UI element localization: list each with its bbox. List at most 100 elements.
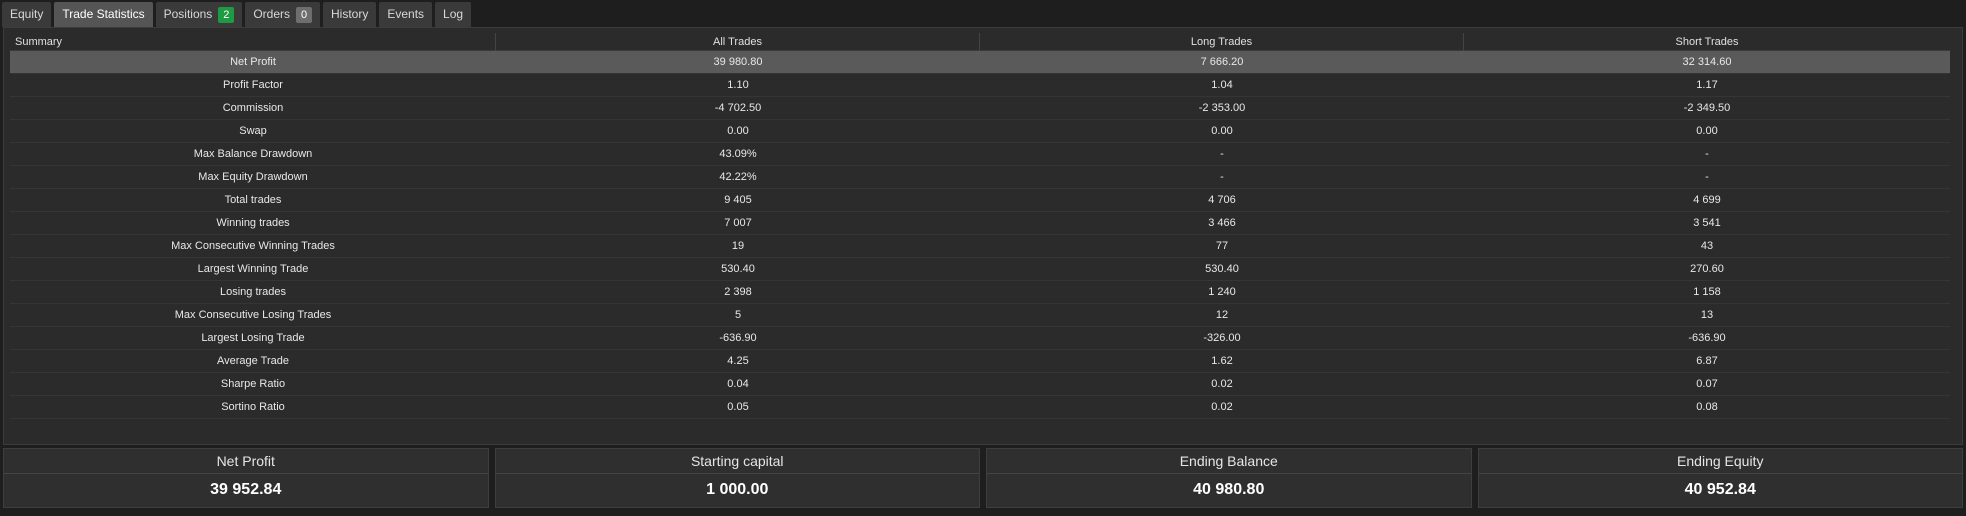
cell-all-trades: 0.00 <box>727 124 749 137</box>
cell-all-trades: 2 398 <box>724 285 752 298</box>
card-value: 40 952.84 <box>1684 481 1756 498</box>
tab-history[interactable]: History <box>323 2 377 27</box>
tab-trade-statistics[interactable]: Trade Statistics <box>54 2 153 27</box>
cell-short-trades: 0.07 <box>1696 377 1718 390</box>
cell-all-trades: 5 <box>734 308 742 321</box>
table-row[interactable]: Winning trades 7 007 3 466 3 541 <box>10 212 1950 235</box>
cell-long-trades: - <box>1220 147 1224 160</box>
cell-all-trades: 530.40 <box>721 262 755 275</box>
cell-long-trades: 1 240 <box>1208 285 1236 298</box>
cell-long-trades: 530.40 <box>1205 262 1239 275</box>
cell-short-trades: -2 349.50 <box>1683 101 1731 114</box>
card-label: Ending Equity <box>1478 449 1962 474</box>
cell-short-trades: 6.87 <box>1696 354 1718 367</box>
summary-card-ending-balance: Ending Balance 40 980.80 <box>986 448 1472 508</box>
cell-summary: Losing trades <box>219 285 287 298</box>
cell-all-trades: 0.05 <box>727 400 749 413</box>
table-row[interactable]: Net Profit 39 980.80 7 666.20 32 314.60 <box>10 51 1950 74</box>
header-all-trades[interactable]: All Trades <box>496 32 980 51</box>
tab-count-badge: 0 <box>296 6 312 23</box>
cell-long-trades: 12 <box>1215 308 1229 321</box>
cell-all-trades: 42.22% <box>719 170 757 183</box>
cell-all-trades: 1.10 <box>727 78 749 91</box>
cell-short-trades: 0.08 <box>1696 400 1718 413</box>
card-label: Starting capital <box>495 449 979 474</box>
table-row[interactable]: Swap 0.00 0.00 0.00 <box>10 120 1950 143</box>
cell-all-trades: 19 <box>731 239 745 252</box>
cell-short-trades: 1.17 <box>1696 78 1718 91</box>
tab-orders[interactable]: Orders 0 <box>245 2 320 27</box>
tab-label: Events <box>387 7 425 21</box>
trade-statistics-panel: Summary All Trades Long Trades Short Tra… <box>3 27 1963 445</box>
cell-long-trades: 1.62 <box>1211 354 1233 367</box>
table-row[interactable]: Max Equity Drawdown 42.22% - - <box>10 166 1950 189</box>
cell-summary: Max Consecutive Losing Trades <box>174 308 332 321</box>
cell-all-trades: 0.04 <box>727 377 749 390</box>
cell-long-trades: -326.00 <box>1203 331 1241 344</box>
cell-summary: Profit Factor <box>223 78 283 91</box>
cell-summary: Swap <box>239 124 267 137</box>
tab-label: Trade Statistics <box>62 7 145 21</box>
cell-short-trades: -636.90 <box>1688 331 1726 344</box>
cell-summary: Sharpe Ratio <box>220 377 286 390</box>
cell-long-trades: 0.00 <box>1211 124 1233 137</box>
table-row[interactable]: Commission -4 702.50 -2 353.00 -2 349.50 <box>10 97 1950 120</box>
cell-summary: Total trades <box>224 193 282 206</box>
cell-long-trades: 4 706 <box>1208 193 1236 206</box>
tab-label: Orders <box>253 7 290 21</box>
cell-long-trades: - <box>1220 170 1224 183</box>
tab-count-badge: 2 <box>218 6 235 23</box>
table-row[interactable]: Profit Factor 1.10 1.04 1.17 <box>10 74 1950 97</box>
cell-long-trades: 77 <box>1215 239 1229 252</box>
cell-short-trades: - <box>1705 170 1709 183</box>
tab-label: Equity <box>10 7 44 21</box>
cell-all-trades: 4.25 <box>727 354 749 367</box>
tab-equity[interactable]: Equity <box>2 2 52 27</box>
cell-long-trades: 0.02 <box>1211 377 1233 390</box>
table-row[interactable]: Max Consecutive Winning Trades 19 77 43 <box>10 235 1950 258</box>
cell-short-trades: - <box>1705 147 1709 160</box>
table-row[interactable]: Losing trades 2 398 1 240 1 158 <box>10 281 1950 304</box>
table-row[interactable]: Total trades 9 405 4 706 4 699 <box>10 189 1950 212</box>
table-row[interactable]: Max Balance Drawdown 43.09% - - <box>10 143 1950 166</box>
cell-summary: Max Equity Drawdown <box>198 170 308 183</box>
cell-all-trades: 43.09% <box>719 147 757 160</box>
statistics-table: Summary All Trades Long Trades Short Tra… <box>10 32 1950 419</box>
cell-short-trades: 0.00 <box>1696 124 1718 137</box>
cell-long-trades: 7 666.20 <box>1200 55 1244 68</box>
cell-summary: Max Consecutive Winning Trades <box>171 239 335 252</box>
tab-bar: Equity Trade Statistics Positions 2 Orders 0 H… <box>0 0 1966 27</box>
table-row[interactable]: Average Trade 4.25 1.62 6.87 <box>10 350 1950 373</box>
header-summary[interactable]: Summary <box>10 32 496 51</box>
cell-short-trades: 1 158 <box>1693 285 1721 298</box>
header-short-trades[interactable]: Short Trades <box>1464 33 1950 51</box>
cell-summary: Largest Losing Trade <box>201 331 305 344</box>
tab-events[interactable]: Events <box>379 2 433 27</box>
tab-log[interactable]: Log <box>435 2 472 27</box>
cell-all-trades: 7 007 <box>724 216 752 229</box>
cell-summary: Sortino Ratio <box>221 400 285 413</box>
table-body: Net Profit 39 980.80 7 666.20 32 314.60 Prof… <box>10 51 1950 419</box>
tab-positions[interactable]: Positions 2 <box>155 2 243 27</box>
card-value: 39 952.84 <box>210 481 282 498</box>
tab-label: Log <box>443 7 464 21</box>
table-row[interactable]: Largest Winning Trade 530.40 530.40 270.60 <box>10 258 1950 281</box>
header-long-trades[interactable]: Long Trades <box>980 32 1464 51</box>
cell-long-trades: -2 353.00 <box>1198 101 1246 114</box>
table-row[interactable]: Sharpe Ratio 0.04 0.02 0.07 <box>10 373 1950 396</box>
tab-label: History <box>331 7 369 21</box>
card-label: Net Profit <box>4 449 488 474</box>
cell-long-trades: 1.04 <box>1211 78 1233 91</box>
cell-short-trades: 270.60 <box>1690 262 1724 275</box>
cell-all-trades: -4 702.50 <box>714 101 762 114</box>
cell-summary: Net Profit <box>230 55 276 68</box>
summary-cards: Net Profit 39 952.84 Starting capital 1 000… <box>3 448 1963 508</box>
cell-short-trades: 32 314.60 <box>1682 55 1732 68</box>
summary-card-starting-capital: Starting capital 1 000.00 <box>494 448 980 508</box>
cell-summary: Winning trades <box>216 216 290 229</box>
cell-summary: Largest Winning Trade <box>197 262 309 275</box>
table-row[interactable]: Max Consecutive Losing Trades 5 12 13 <box>10 304 1950 327</box>
cell-summary: Average Trade <box>217 354 289 367</box>
table-row[interactable]: Sortino Ratio 0.05 0.02 0.08 <box>10 396 1950 419</box>
table-row[interactable]: Largest Losing Trade -636.90 -326.00 -636.9… <box>10 327 1950 350</box>
